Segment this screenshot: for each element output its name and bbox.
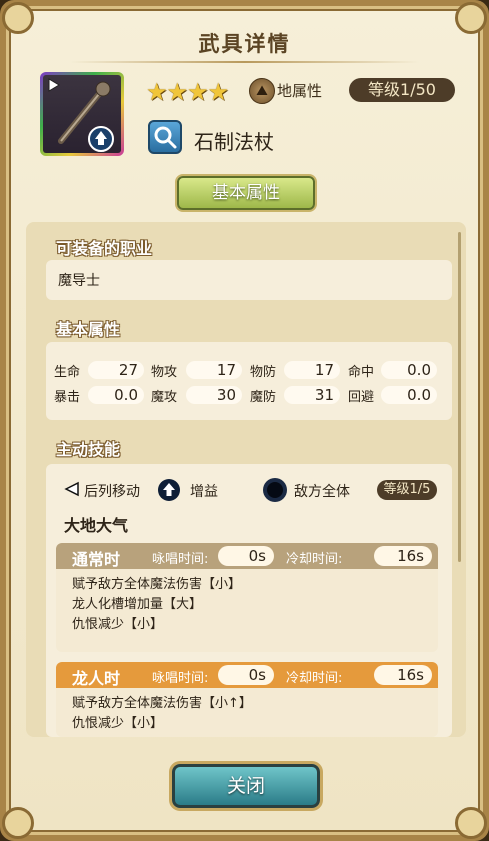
back-row-arrow-icon: [64, 481, 79, 497]
effect-line: 仇恨减少【小】: [72, 617, 164, 632]
normal-mode-header: 通常时 咏唱时间: 0s 冷却时间: 16s: [56, 543, 438, 569]
stat-label: 魔防: [250, 390, 277, 405]
title-divider: [70, 61, 419, 63]
stat-value: 0.0: [381, 361, 437, 379]
stat-value: 27: [88, 361, 144, 379]
cast-time-value: 0s: [218, 546, 274, 566]
stat-label: 命中: [348, 365, 375, 380]
stat-value: 17: [186, 361, 242, 379]
cooldown-value: 16s: [374, 546, 432, 566]
weapon-icon[interactable]: [40, 72, 124, 156]
normal-mode-card: 通常时 咏唱时间: 0s 冷却时间: 16s 赋予敌方全体魔法伤害【小】 龙人化…: [56, 543, 438, 652]
dragon-mode-effects: 赋予敌方全体魔法伤害【小↑】 仇恨减少【小】: [56, 688, 438, 737]
dragon-mode-header: 龙人时 咏唱时间: 0s 冷却时间: 16s: [56, 662, 438, 688]
dragon-mode-title: 龙人时: [72, 669, 121, 688]
cast-time-label: 咏唱时间:: [152, 671, 209, 686]
rarity-stars: ★★★★: [146, 78, 229, 106]
cast-time-label: 咏唱时间:: [152, 552, 209, 567]
earth-attribute-icon: ⛰: [249, 78, 275, 104]
section-title-jobs: 可装备的职业: [56, 239, 153, 258]
section-title-stats: 基本属性: [56, 320, 121, 339]
buff-up-arrow-icon: [158, 479, 180, 501]
dialog-title: 武具详情: [198, 32, 291, 56]
magnifier-icon: [148, 120, 182, 154]
all-enemies-target-icon: [263, 478, 287, 502]
job-value: 魔导士: [58, 273, 100, 289]
stat-value: 31: [284, 386, 340, 404]
stat-value: 30: [186, 386, 242, 404]
scrollbar[interactable]: [458, 232, 461, 562]
skill-name: 大地大气: [64, 516, 129, 535]
stat-value: 17: [284, 361, 340, 379]
stat-label: 回避: [348, 390, 375, 405]
attribute-label: 地属性: [277, 82, 323, 100]
effect-line: 仇恨减少【小】: [72, 716, 164, 731]
weapon-level-badge: 等级1/50: [349, 78, 455, 102]
close-button[interactable]: 关闭: [172, 764, 320, 808]
cooldown-value: 16s: [374, 665, 432, 685]
dragon-mode-card: 龙人时 咏唱时间: 0s 冷却时间: 16s 赋予敌方全体魔法伤害【小↑】 仇恨…: [56, 662, 438, 737]
effect-line: 赋予敌方全体魔法伤害【小】: [72, 577, 242, 592]
skill-level-badge: 等级1/5: [377, 480, 437, 500]
stat-label: 生命: [54, 365, 81, 380]
normal-mode-title: 通常时: [72, 550, 121, 569]
stat-label: 物防: [250, 365, 277, 380]
target-label: 敌方全体: [294, 484, 350, 500]
move-label: 后列移动: [84, 484, 140, 500]
effect-line: 赋予敌方全体魔法伤害【小↑】: [72, 696, 252, 711]
normal-mode-effects: 赋予敌方全体魔法伤害【小】 龙人化槽增加量【大】 仇恨减少【小】: [56, 569, 438, 641]
frame-corner-ornament: [2, 807, 34, 839]
cooldown-label: 冷却时间:: [286, 671, 343, 686]
stat-label: 暴击: [54, 390, 81, 405]
stats-box: [46, 342, 452, 420]
cooldown-label: 冷却时间:: [286, 552, 343, 567]
buff-label: 增益: [190, 484, 218, 500]
jobs-box: [46, 260, 452, 300]
tab-basic-attributes[interactable]: 基本属性: [177, 176, 315, 210]
cast-time-value: 0s: [218, 665, 274, 685]
frame-corner-ornament: [455, 807, 487, 839]
stat-label: 物攻: [151, 365, 178, 380]
effect-line: 龙人化槽增加量【大】: [72, 597, 203, 612]
weapon-name: 石制法杖: [194, 130, 274, 154]
stat-label: 魔攻: [151, 390, 178, 405]
section-title-skill: 主动技能: [56, 440, 121, 459]
staff-icon: [48, 78, 114, 152]
stat-value: 0.0: [88, 386, 144, 404]
stat-value: 0.0: [381, 386, 437, 404]
